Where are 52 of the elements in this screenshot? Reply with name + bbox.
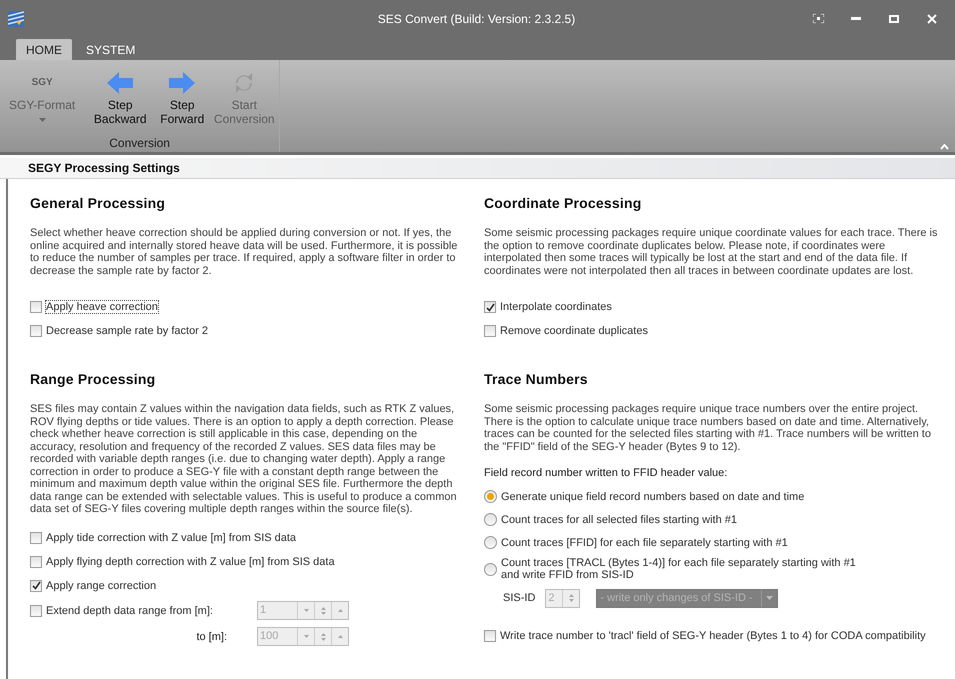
radio-button[interactable] <box>484 562 497 576</box>
field-label: to [m]: <box>195 630 228 642</box>
ribbon-button[interactable]: Step Backward <box>89 60 152 126</box>
checkbox[interactable] <box>484 301 496 313</box>
checkbox[interactable] <box>30 532 42 544</box>
section-header: SEGY Processing Settings <box>0 158 955 179</box>
checkbox[interactable] <box>30 325 42 337</box>
field-label: SIS-ID <box>503 592 536 604</box>
option-label: Count traces [TRACL (Bytes 1-4)] for each file separately starting with #1 and write FFID from SIS-ID <box>501 557 856 581</box>
ribbon-tab[interactable]: HOME <box>16 39 72 60</box>
option-label: Count traces for all selected files starting with #1 <box>501 514 738 526</box>
option-label: Generate unique field record numbers based on date and time <box>501 490 804 502</box>
description: Select whether heave correction should be applied during conversion or not. If yes, the online acquired and internally stored heave data will be used. Furthermore, it is possible to reduce the number of samples per trace. If required, apply a software filter in order to decrease the sample rate by factor 2. <box>30 227 458 277</box>
section-title: Trace Numbers <box>484 371 589 387</box>
fullscreen-icon[interactable] <box>812 14 824 23</box>
option-label: Write trace number to 'tracl' field of SEG-Y header (Bytes 1 to 4) for CODA compatibility <box>500 630 926 642</box>
group-label: Conversion <box>108 136 171 150</box>
checkbox[interactable] <box>30 556 42 568</box>
section-title: Coordinate Processing <box>484 195 642 211</box>
option-label: Extend depth data range from [m]: <box>46 604 213 616</box>
ribbon-button[interactable]: Step Forward <box>151 60 214 126</box>
arrow-left-icon <box>107 72 134 94</box>
option-label: Decrease sample rate by factor 2 <box>46 325 208 337</box>
option-label: Count traces [FFID] for each file separately starting with #1 <box>501 536 788 548</box>
ribbon-tab[interactable]: SYSTEM <box>76 39 146 60</box>
checkbox[interactable] <box>30 301 42 313</box>
description: SES files may contain Z values within the navigation data fields, such as RTK Z values, ROV flying depths or tide values. There is an option to apply a depth correction. Please check whether heave correction is still applicable in this case, depending on the accuracy, resolution and frequency of the recorded Z values. SES data files may be recorded with variable depth ranges (i.e. due to changing water depth). Apply a range correction in order to produce a SEG-Y file with a constant depth range between the minimum and maximum depth value within the original SES file. Furthermore the depth data range can be extended with selectable values. This is useful to produce a common data set of SEG-Y files covering multiple depth ranges within the source file(s). <box>30 403 458 516</box>
option-label: Apply range correction <box>46 580 156 592</box>
maximize-icon[interactable] <box>889 14 899 22</box>
close-icon[interactable] <box>927 14 937 24</box>
option-label: Remove coordinate duplicates <box>500 325 648 337</box>
field-label: Field record number written to FFID header value: <box>484 467 728 479</box>
option-label: Apply heave correction <box>46 301 158 313</box>
checkbox[interactable] <box>30 580 42 592</box>
file-icon: SGY <box>32 76 53 90</box>
checkbox[interactable] <box>484 630 496 642</box>
section-title: General Processing <box>30 195 166 211</box>
option-label: Apply flying depth correction with Z value [m] from SIS data <box>46 556 335 568</box>
section-title: Range Processing <box>30 371 156 387</box>
app-logo-icon <box>8 10 24 26</box>
radio-button[interactable] <box>484 490 497 503</box>
window-title: SES Convert (Build: Version: 2.3.2.5) <box>376 12 576 26</box>
description: Some seismic processing packages require unique trace numbers over the entire project. There is the option to calculate unique trace numbers based on date and time. Alternatively, traces can be counted for the selected files starting with #1. Trace numbers will be written to the "FFID" field of the SEG-Y header (Bytes 9 to 12). <box>484 403 932 453</box>
description: Some seismic processing packages require unique coordinate values for each trace. There is the option to remove coordinate duplicates below. Please note, if coordinates were interpolated then some traces will typically be lost at the start and end of the data file. If coordinates were not interpolated then all traces in between coordinate updates are lost. <box>484 227 938 277</box>
arrow-right-icon <box>169 72 196 94</box>
checkbox[interactable] <box>484 325 496 337</box>
option-label: Interpolate coordinates <box>500 301 612 313</box>
caret-icon <box>38 118 46 122</box>
radio-button[interactable] <box>484 536 497 549</box>
collapse-ribbon-icon[interactable] <box>940 144 949 150</box>
radio-button[interactable] <box>484 513 497 526</box>
option-label: Apply tide correction with Z value [m] from SIS data <box>46 532 296 544</box>
